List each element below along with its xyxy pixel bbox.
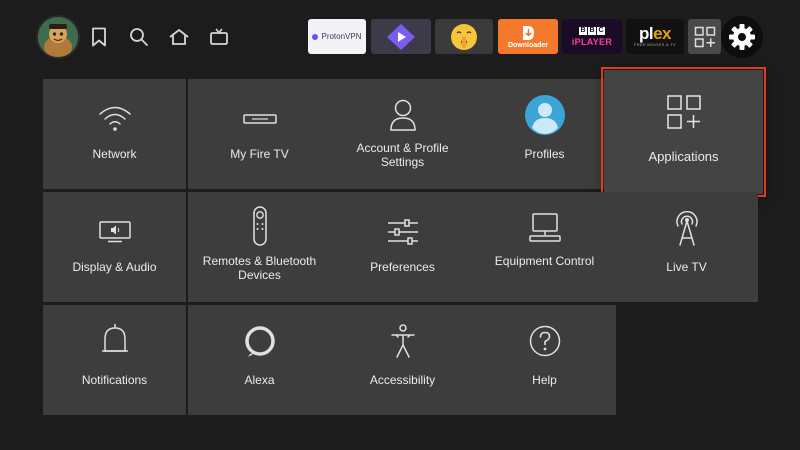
tile-label: Preferences: [370, 260, 435, 274]
play-logo-icon: [387, 23, 415, 50]
tile-network[interactable]: Network: [43, 79, 186, 189]
downloader-logo-icon: [523, 25, 534, 40]
shushing-face-app-tile[interactable]: [435, 19, 493, 54]
tile-remotes-bluetooth-devices[interactable]: Remotes & Bluetooth Devices: [188, 192, 331, 302]
live-tv-icon[interactable]: [206, 24, 232, 50]
downloader-app-tile[interactable]: Downloader: [498, 19, 558, 54]
tile-label: Live TV: [666, 260, 707, 274]
antenna-icon: [615, 208, 758, 248]
iplayer-label: iPLAYER: [571, 36, 613, 47]
shushing-face-icon: [451, 23, 477, 50]
equipment-icon: [473, 208, 616, 248]
plex-logo-part: ex: [653, 24, 672, 43]
bbc-letter: B: [579, 26, 587, 35]
profile-avatar-icon: [473, 95, 616, 135]
tile-label: Accessibility: [369, 373, 436, 387]
tile-accessibility[interactable]: Accessibility: [331, 305, 474, 415]
applications-icon: [604, 92, 763, 132]
add-apps-icon: [694, 26, 715, 47]
tile-label: Account & Profile Settings: [356, 141, 449, 169]
bbc-letter: B: [588, 26, 596, 35]
tile-label: My Fire TV: [230, 147, 289, 161]
avatar-image: [38, 17, 78, 57]
tile-label: Profiles: [524, 147, 565, 161]
tile-label: Alexa: [244, 373, 275, 387]
tile-profiles[interactable]: Profiles: [473, 79, 616, 189]
plex-logo-part: pl: [638, 24, 654, 43]
tile-display-audio[interactable]: Display & Audio: [43, 192, 186, 302]
home-icon[interactable]: [166, 24, 192, 50]
bbc-logo: B B C: [579, 26, 605, 35]
remote-icon: [188, 206, 331, 246]
tile-live-tv[interactable]: Live TV: [615, 192, 758, 302]
tile-label: Network: [92, 147, 137, 161]
tile-notifications[interactable]: Notifications: [43, 305, 186, 415]
tile-label: Applications: [648, 149, 719, 164]
tile-alexa[interactable]: Alexa: [188, 305, 331, 415]
accessibility-icon: [331, 321, 474, 361]
display-audio-icon: [43, 212, 186, 252]
settings-gear-button[interactable]: [721, 16, 763, 58]
tile-help[interactable]: Help: [473, 305, 616, 415]
bell-icon: [43, 321, 186, 361]
plex-app-tile[interactable]: plex FREE MOVIES & TV: [626, 19, 684, 54]
tile-account-profile-settings[interactable]: Account & Profile Settings: [331, 79, 474, 189]
tile-label: Notifications: [81, 373, 148, 387]
gear-icon: [729, 24, 755, 50]
protonvpn-app-tile[interactable]: ProtonVPN: [308, 19, 366, 54]
plex-logo: plex: [638, 24, 672, 43]
downloader-label: Downloader: [507, 41, 549, 49]
protonvpn-label: ProtonVPN: [321, 32, 362, 41]
tile-label: Equipment Control: [494, 254, 595, 268]
tile-label: Help: [532, 373, 557, 387]
bbc-iplayer-app-tile[interactable]: B B C iPLAYER: [562, 19, 622, 54]
bbc-letter: C: [597, 26, 605, 35]
profile-avatar[interactable]: [38, 17, 78, 57]
tile-label: Display & Audio: [72, 260, 157, 274]
user-icon: [331, 95, 474, 135]
tile-equipment-control[interactable]: Equipment Control: [473, 192, 616, 302]
add-apps-button[interactable]: [688, 19, 721, 54]
wifi-icon: [43, 99, 186, 139]
plex-subtitle: FREE MOVIES & TV: [633, 42, 677, 47]
sliders-icon: [331, 212, 474, 252]
tile-my-fire-tv[interactable]: My Fire TV: [188, 79, 331, 189]
fire-tv-device-icon: [188, 99, 331, 139]
top-navigation-bar: ProtonVPN Downloader B B C iPLAYER plex …: [0, 0, 800, 76]
tile-label: Remotes & Bluetooth Devices: [202, 254, 317, 282]
help-icon: [473, 321, 616, 361]
bookmark-icon[interactable]: [86, 24, 112, 50]
tile-applications[interactable]: Applications: [601, 67, 766, 197]
play-app-tile[interactable]: [371, 19, 431, 54]
search-icon[interactable]: [126, 24, 152, 50]
protonvpn-logo-icon: [312, 33, 319, 40]
tile-preferences[interactable]: Preferences: [331, 192, 474, 302]
alexa-icon: [188, 321, 331, 361]
